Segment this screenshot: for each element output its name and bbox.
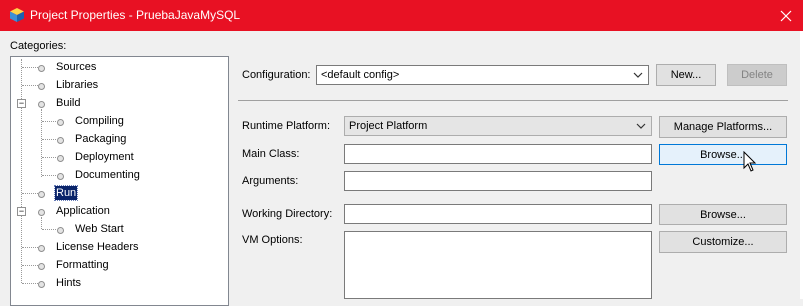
tree-line [41, 109, 42, 177]
tree-line [42, 121, 56, 122]
close-icon [780, 10, 791, 21]
tree-line [22, 193, 38, 194]
browse-main-class-button[interactable]: Browse... [659, 144, 787, 165]
arguments-label: Arguments: [242, 175, 299, 187]
main-class-field[interactable] [344, 144, 652, 164]
node-icon [57, 137, 64, 144]
mouse-pointer-icon [743, 151, 757, 172]
delete-configuration-button[interactable]: Delete [727, 64, 787, 86]
node-icon [38, 83, 45, 90]
collapse-application-toggle[interactable]: − [17, 207, 26, 216]
title-bar: Project Properties - PruebaJavaMySQL [0, 0, 803, 31]
categories-label: Categories: [10, 40, 67, 52]
node-icon [38, 263, 45, 270]
separator [238, 100, 788, 101]
node-icon [38, 101, 45, 108]
runtime-platform-label: Runtime Platform: [242, 120, 331, 132]
tree-line [22, 67, 38, 68]
node-icon [57, 227, 64, 234]
tree-line [22, 283, 38, 284]
window-title: Project Properties - PruebaJavaMySQL [30, 8, 241, 22]
tree-line [22, 85, 38, 86]
node-icon [38, 191, 45, 198]
categories-tree[interactable]: − − Sources Libraries Build Compiling Pa… [10, 56, 229, 306]
node-icon [38, 65, 45, 72]
node-icon [57, 155, 64, 162]
tree-line [41, 217, 42, 229]
tree-line [22, 265, 38, 266]
main-class-label: Main Class: [242, 148, 300, 160]
collapse-build-toggle[interactable]: − [17, 99, 26, 108]
chevron-down-icon [636, 123, 646, 129]
tree-line [22, 247, 38, 248]
arguments-field[interactable] [344, 171, 652, 191]
browse-working-directory-button[interactable]: Browse... [659, 204, 787, 225]
tree-line [21, 59, 22, 283]
vm-options-label: VM Options: [242, 234, 303, 246]
customize-vm-options-button[interactable]: Customize... [659, 231, 787, 253]
new-configuration-button[interactable]: New... [656, 64, 716, 86]
netbeans-cube-icon [10, 8, 24, 22]
node-icon [57, 173, 64, 180]
vm-options-textarea[interactable] [344, 231, 652, 299]
working-directory-field[interactable] [344, 204, 652, 224]
tree-line [42, 229, 56, 230]
node-icon [38, 281, 45, 288]
close-button[interactable] [768, 0, 803, 31]
tree-line [42, 157, 56, 158]
node-icon [38, 245, 45, 252]
tree-line [42, 175, 56, 176]
working-directory-label: Working Directory: [242, 208, 333, 220]
configuration-select[interactable]: <default config> [316, 65, 649, 85]
tree-line [42, 139, 56, 140]
manage-platforms-button[interactable]: Manage Platforms... [659, 116, 787, 138]
node-icon [38, 209, 45, 216]
node-icon [57, 119, 64, 126]
runtime-platform-select[interactable]: Project Platform [344, 116, 652, 136]
configuration-label: Configuration: [242, 69, 311, 81]
chevron-down-icon [633, 72, 643, 78]
